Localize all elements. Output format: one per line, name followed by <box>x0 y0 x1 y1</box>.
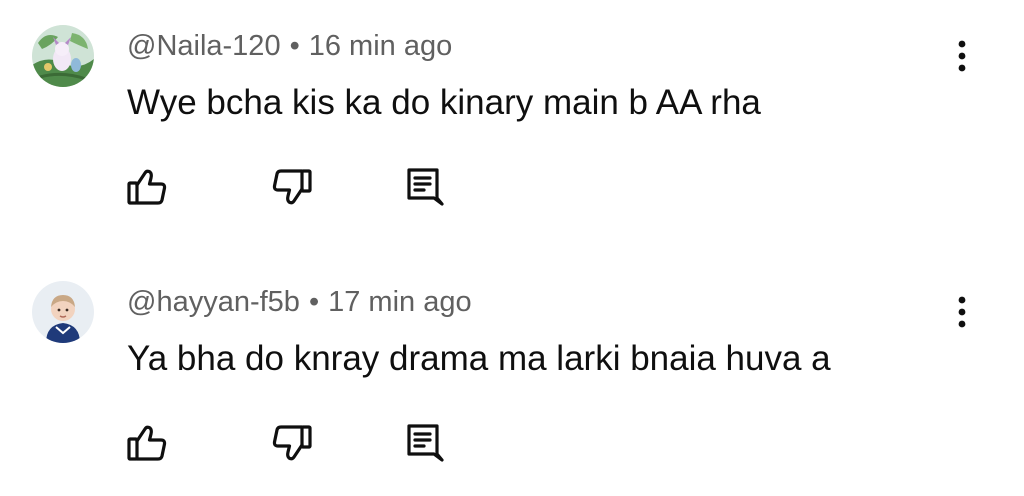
comment-time: 16 min ago <box>308 30 453 62</box>
comment-text: Ya bha do knray drama ma larki bnaia huv… <box>127 339 831 378</box>
comment-actions <box>0 165 1024 211</box>
like-icon[interactable] <box>125 165 169 209</box>
author-handle[interactable]: @hayyan-f5b <box>127 286 300 318</box>
comment-time: 17 min ago <box>328 286 472 318</box>
avatar[interactable] <box>32 281 94 343</box>
comment-item: @Naila-120 • 16 min ago Wye bcha kis ka do… <box>0 0 1024 240</box>
comment-meta: @hayyan-f5b • 17 min ago <box>127 284 472 320</box>
author-handle[interactable]: @Naila-120 <box>127 30 281 62</box>
meta-separator: • <box>289 30 300 62</box>
like-icon[interactable] <box>125 421 169 465</box>
avatar-photo <box>32 281 94 343</box>
comment-text: Wye bcha kis ka do kinary main b AA rha <box>127 83 761 122</box>
reply-icon[interactable] <box>404 421 448 465</box>
more-vert-icon[interactable] <box>944 293 980 333</box>
avatar-illustration <box>32 25 94 87</box>
comment-item: @hayyan-f5b • 17 min ago Ya bha do knray d… <box>0 256 1024 496</box>
dislike-icon[interactable] <box>270 165 314 209</box>
more-vert-icon[interactable] <box>944 37 980 77</box>
avatar[interactable] <box>32 25 94 87</box>
reply-icon[interactable] <box>404 165 448 209</box>
dislike-icon[interactable] <box>270 421 314 465</box>
comment-actions <box>0 421 1024 467</box>
comment-meta: @Naila-120 • 16 min ago <box>127 28 452 64</box>
meta-separator: • <box>308 286 320 318</box>
